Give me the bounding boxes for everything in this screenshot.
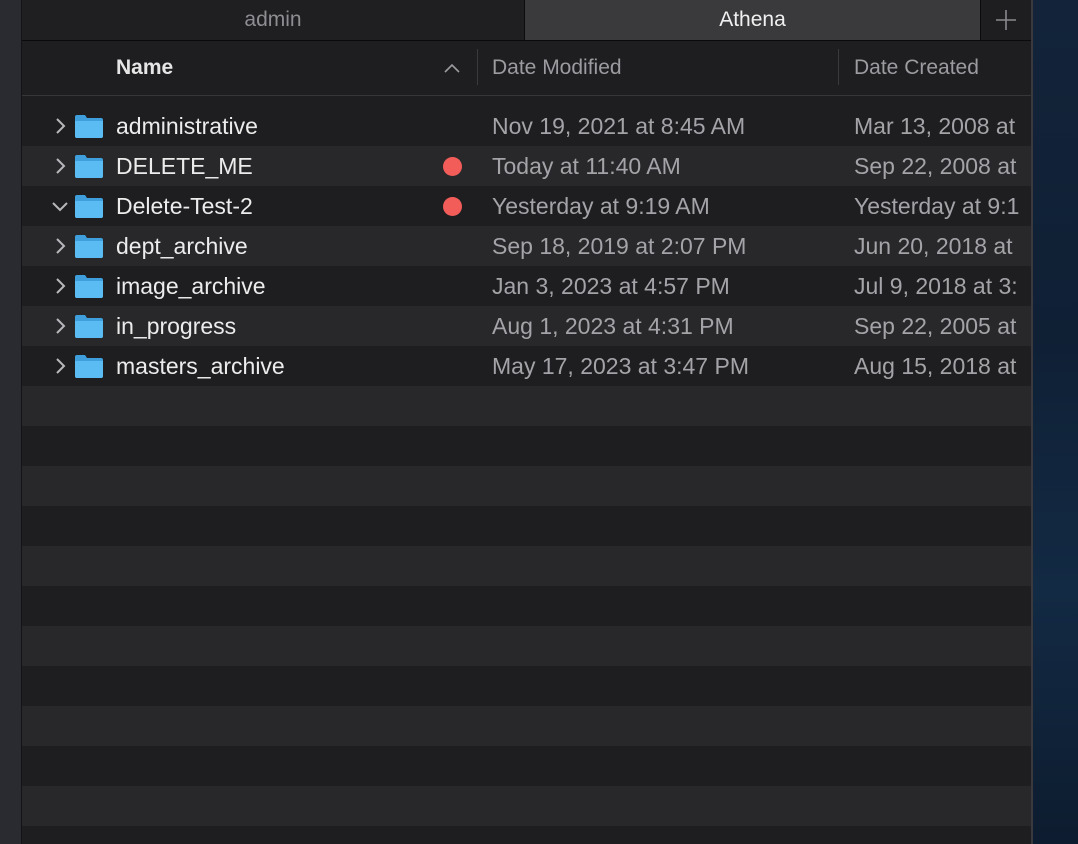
date-modified: Sep 18, 2019 at 2:07 PM bbox=[492, 232, 747, 259]
date-created: Jul 9, 2018 at 3: bbox=[854, 272, 1018, 299]
table-row[interactable]: administrative Nov 19, 2021 at 8:45 AM Mar… bbox=[22, 106, 1032, 146]
column-header-date-created[interactable]: Date Created bbox=[854, 41, 979, 95]
disclosure-chevron-down-icon[interactable] bbox=[44, 186, 76, 226]
file-name: masters_archive bbox=[116, 352, 285, 379]
window-right-edge bbox=[1031, 0, 1033, 844]
finder-window: admin Athena Name Date Modified Date Cre… bbox=[22, 0, 1032, 844]
empty-row bbox=[22, 626, 1032, 666]
date-created: Yesterday at 9:1 bbox=[854, 192, 1020, 219]
disclosure-chevron-right-icon[interactable] bbox=[44, 146, 76, 186]
table-row[interactable]: in_progress Aug 1, 2023 at 4:31 PM Sep 22,… bbox=[22, 306, 1032, 346]
disclosure-chevron-right-icon[interactable] bbox=[44, 226, 76, 266]
table-row[interactable]: dept_archive Sep 18, 2019 at 2:07 PM Jun 2… bbox=[22, 226, 1032, 266]
file-name: administrative bbox=[116, 112, 258, 139]
empty-row bbox=[22, 666, 1032, 706]
left-window-edge bbox=[0, 0, 22, 844]
sort-button[interactable] bbox=[440, 41, 464, 95]
red-tag-icon bbox=[440, 146, 464, 186]
date-created: Jun 20, 2018 at bbox=[854, 232, 1013, 259]
empty-row bbox=[22, 546, 1032, 586]
empty-row bbox=[22, 386, 1032, 426]
folder-icon bbox=[74, 346, 106, 386]
date-modified: Today at 11:40 AM bbox=[492, 152, 681, 179]
tab-bar: admin Athena bbox=[22, 0, 1032, 41]
column-header-name[interactable]: Name bbox=[116, 41, 173, 95]
folder-icon bbox=[74, 226, 106, 266]
disclosure-chevron-right-icon[interactable] bbox=[44, 266, 76, 306]
file-name: DELETE_ME bbox=[116, 152, 253, 179]
desktop-background bbox=[1033, 0, 1078, 844]
disclosure-chevron-right-icon[interactable] bbox=[44, 106, 76, 146]
column-header-date-modified[interactable]: Date Modified bbox=[492, 41, 622, 95]
chevron-up-icon bbox=[444, 63, 460, 73]
table-row[interactable]: image_archive Jan 3, 2023 at 4:57 PM Jul 9… bbox=[22, 266, 1032, 306]
file-name: dept_archive bbox=[116, 232, 248, 259]
tab-athena[interactable]: Athena bbox=[524, 0, 981, 40]
disclosure-chevron-right-icon[interactable] bbox=[44, 306, 76, 346]
empty-row bbox=[22, 586, 1032, 626]
folder-icon bbox=[74, 266, 106, 306]
date-modified: Jan 3, 2023 at 4:57 PM bbox=[492, 272, 730, 299]
tab-admin[interactable]: admin bbox=[22, 0, 524, 40]
table-row[interactable]: masters_archive May 17, 2023 at 3:47 PM Au… bbox=[22, 346, 1032, 386]
empty-row bbox=[22, 506, 1032, 546]
date-modified: May 17, 2023 at 3:47 PM bbox=[492, 352, 749, 379]
empty-row bbox=[22, 706, 1032, 746]
folder-icon bbox=[74, 186, 106, 226]
disclosure-chevron-right-icon[interactable] bbox=[44, 346, 76, 386]
table-row[interactable]: Delete-Test-2 Yesterday at 9:19 AM Yesterd… bbox=[22, 186, 1032, 226]
file-name: image_archive bbox=[116, 272, 266, 299]
column-header: Name Date Modified Date Created bbox=[22, 41, 1032, 96]
file-list: administrative Nov 19, 2021 at 8:45 AM Mar… bbox=[22, 106, 1032, 844]
new-tab-button[interactable] bbox=[980, 0, 1032, 40]
file-name: Delete-Test-2 bbox=[116, 192, 253, 219]
file-name: in_progress bbox=[116, 312, 237, 339]
empty-row bbox=[22, 786, 1032, 826]
empty-row bbox=[22, 746, 1032, 786]
folder-icon bbox=[74, 146, 106, 186]
date-modified: Yesterday at 9:19 AM bbox=[492, 192, 710, 219]
plus-icon bbox=[996, 10, 1016, 30]
date-created: Mar 13, 2008 at bbox=[854, 112, 1016, 139]
column-divider[interactable] bbox=[477, 49, 478, 85]
folder-icon bbox=[74, 306, 106, 346]
empty-row bbox=[22, 426, 1032, 466]
empty-row bbox=[22, 466, 1032, 506]
date-created: Sep 22, 2005 at bbox=[854, 312, 1017, 339]
table-row[interactable]: DELETE_ME Today at 11:40 AM Sep 22, 2008 a… bbox=[22, 146, 1032, 186]
red-tag-icon bbox=[440, 186, 464, 226]
column-divider[interactable] bbox=[838, 49, 839, 85]
date-created: Sep 22, 2008 at bbox=[854, 152, 1017, 179]
empty-row bbox=[22, 826, 1032, 844]
date-modified: Aug 1, 2023 at 4:31 PM bbox=[492, 312, 734, 339]
date-created: Aug 15, 2018 at bbox=[854, 352, 1017, 379]
folder-icon bbox=[74, 106, 106, 146]
date-modified: Nov 19, 2021 at 8:45 AM bbox=[492, 112, 746, 139]
